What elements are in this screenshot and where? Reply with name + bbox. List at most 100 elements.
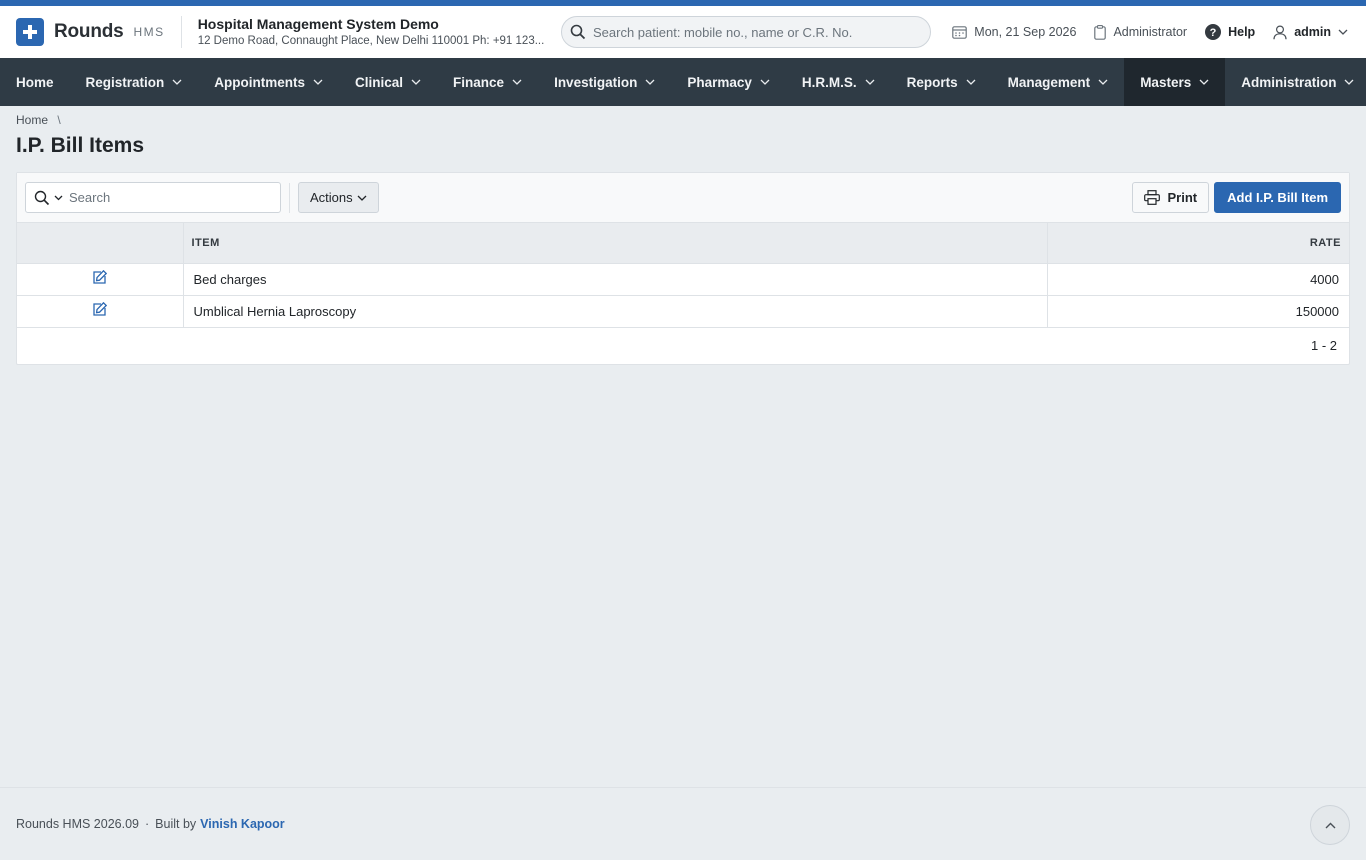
user-menu[interactable]: admin xyxy=(1273,24,1348,40)
page-footer: Rounds HMS 2026.09 · Built by Vinish Kap… xyxy=(0,787,1366,860)
rate-cell: 150000 xyxy=(1047,295,1349,328)
nav-item-finance[interactable]: Finance xyxy=(437,58,538,106)
item-cell: Umblical Hernia Laproscopy xyxy=(183,295,1048,328)
svg-text:?: ? xyxy=(1210,27,1217,39)
actions-dropdown-button[interactable]: Actions xyxy=(298,182,379,213)
nav-item-registration[interactable]: Registration xyxy=(70,58,199,106)
app-logo[interactable]: Rounds HMS xyxy=(16,18,165,46)
print-button[interactable]: Print xyxy=(1132,182,1210,213)
column-header-item[interactable]: ITEM xyxy=(183,223,1048,264)
breadcrumb-separator: \ xyxy=(57,113,61,127)
table-row: Umblical Hernia Laproscopy 150000 xyxy=(17,295,1349,328)
rate-cell: 4000 xyxy=(1047,263,1349,296)
hospital-info: Hospital Management System Demo 12 Demo … xyxy=(198,16,558,49)
nav-item-label: Registration xyxy=(85,74,165,90)
footer-version: Rounds HMS 2026.09 xyxy=(16,817,139,831)
help-link[interactable]: ? Help xyxy=(1205,24,1255,40)
nav-item-label: H.R.M.S. xyxy=(801,74,857,90)
table-toolbar: Actions Print Add I.P. Bill Item xyxy=(17,173,1349,223)
nav-item-h-r-m-s[interactable]: H.R.M.S. xyxy=(786,58,891,106)
print-label: Print xyxy=(1167,190,1198,205)
date-display: Mon, 21 Sep 2026 xyxy=(952,25,1076,39)
header-divider xyxy=(180,16,182,48)
hospital-name: Hospital Management System Demo xyxy=(197,15,439,32)
edit-icon[interactable] xyxy=(92,269,108,285)
nav-item-masters[interactable]: Masters xyxy=(1124,58,1226,106)
nav-item-clinical[interactable]: Clinical xyxy=(339,58,437,106)
column-header-actions xyxy=(17,223,184,264)
nav-item-reports[interactable]: Reports xyxy=(891,58,992,106)
nav-item-label: Home xyxy=(16,74,54,90)
question-circle-icon: ? xyxy=(1205,24,1222,40)
pagination-info: 1 - 2 xyxy=(1310,338,1337,353)
nav-item-label: Masters xyxy=(1140,74,1192,90)
chevron-down-icon xyxy=(760,79,770,85)
footer-dot: · xyxy=(145,817,150,831)
patient-search-input[interactable] xyxy=(593,24,913,40)
bill-items-table: ITEM RATE Bed charges 4000 Umblical Hern… xyxy=(17,223,1349,328)
nav-item-home[interactable]: Home xyxy=(0,58,70,106)
table-search-box[interactable] xyxy=(25,182,281,213)
footer-author-link[interactable]: Vinish Kapoor xyxy=(200,817,285,831)
edit-icon[interactable] xyxy=(92,301,108,317)
add-label: Add I.P. Bill Item xyxy=(1227,190,1328,205)
chevron-down-icon xyxy=(172,79,182,85)
chevron-down-icon xyxy=(512,79,522,85)
page-title: I.P. Bill Items xyxy=(16,134,144,157)
printer-icon xyxy=(1144,190,1161,205)
nav-item-label: Administration xyxy=(1241,74,1337,90)
chevron-down-icon xyxy=(313,79,323,85)
user-name: admin xyxy=(1294,25,1331,39)
plus-logo-icon xyxy=(16,18,44,46)
hospital-address: 12 Demo Road, Connaught Place, New Delhi… xyxy=(197,34,545,47)
chevron-down-icon xyxy=(411,79,421,85)
nav-item-pharmacy[interactable]: Pharmacy xyxy=(671,58,786,106)
nav-item-label: Reports xyxy=(906,74,958,90)
nav-item-investigation[interactable]: Investigation xyxy=(538,58,671,106)
date-text: Mon, 21 Sep 2026 xyxy=(974,25,1077,39)
bill-items-card: Actions Print Add I.P. Bill Item ITEM RA… xyxy=(16,172,1350,365)
patient-search-box[interactable] xyxy=(561,16,931,48)
nav-item-administration[interactable]: Administration xyxy=(1225,58,1366,106)
user-icon xyxy=(1273,24,1287,39)
nav-item-label: Appointments xyxy=(214,74,306,90)
breadcrumb: Home \ xyxy=(0,106,1366,127)
app-header: Rounds HMS Hospital Management System De… xyxy=(0,6,1366,58)
clipboard-icon xyxy=(1094,24,1107,40)
role-display[interactable]: Administrator xyxy=(1094,24,1188,40)
chevron-up-icon xyxy=(1325,822,1335,828)
chevron-down-icon xyxy=(1098,79,1108,85)
table-row: Bed charges 4000 xyxy=(17,263,1349,296)
chevron-down-icon xyxy=(645,79,655,85)
edit-cell xyxy=(17,295,184,328)
scroll-to-top-button[interactable] xyxy=(1310,805,1350,845)
role-text: Administrator xyxy=(1113,25,1188,39)
app-name: Rounds xyxy=(54,21,124,42)
actions-label: Actions xyxy=(310,190,353,205)
chevron-down-icon[interactable] xyxy=(54,195,63,201)
nav-item-appointments[interactable]: Appointments xyxy=(198,58,339,106)
chevron-down-icon xyxy=(966,79,976,85)
column-header-rate[interactable]: RATE xyxy=(1047,223,1349,264)
search-icon xyxy=(570,24,586,40)
nav-item-management[interactable]: Management xyxy=(992,58,1125,106)
table-search-input[interactable] xyxy=(69,190,269,205)
toolbar-right: Print Add I.P. Bill Item xyxy=(1132,182,1341,213)
help-text: Help xyxy=(1228,25,1256,39)
search-icon xyxy=(34,190,50,205)
chevron-down-icon xyxy=(357,195,367,201)
main-navbar: Home Registration Appointments Clinical Fina… xyxy=(0,58,1366,106)
nav-item-label: Investigation xyxy=(554,74,638,90)
nav-item-label: Finance xyxy=(453,74,505,90)
nav-item-label: Pharmacy xyxy=(687,74,752,90)
breadcrumb-home[interactable]: Home xyxy=(16,113,48,127)
item-cell: Bed charges xyxy=(183,263,1048,296)
chevron-down-icon xyxy=(1338,29,1348,35)
add-bill-item-button[interactable]: Add I.P. Bill Item xyxy=(1214,182,1341,213)
table-header-row: ITEM RATE xyxy=(17,223,1349,264)
chevron-down-icon xyxy=(1345,79,1354,85)
nav-item-label: Management xyxy=(1007,74,1091,90)
toolbar-divider xyxy=(289,182,290,213)
chevron-down-icon xyxy=(865,79,875,85)
header-right: Mon, 21 Sep 2026 Administrator ? Help ad… xyxy=(934,6,1348,58)
